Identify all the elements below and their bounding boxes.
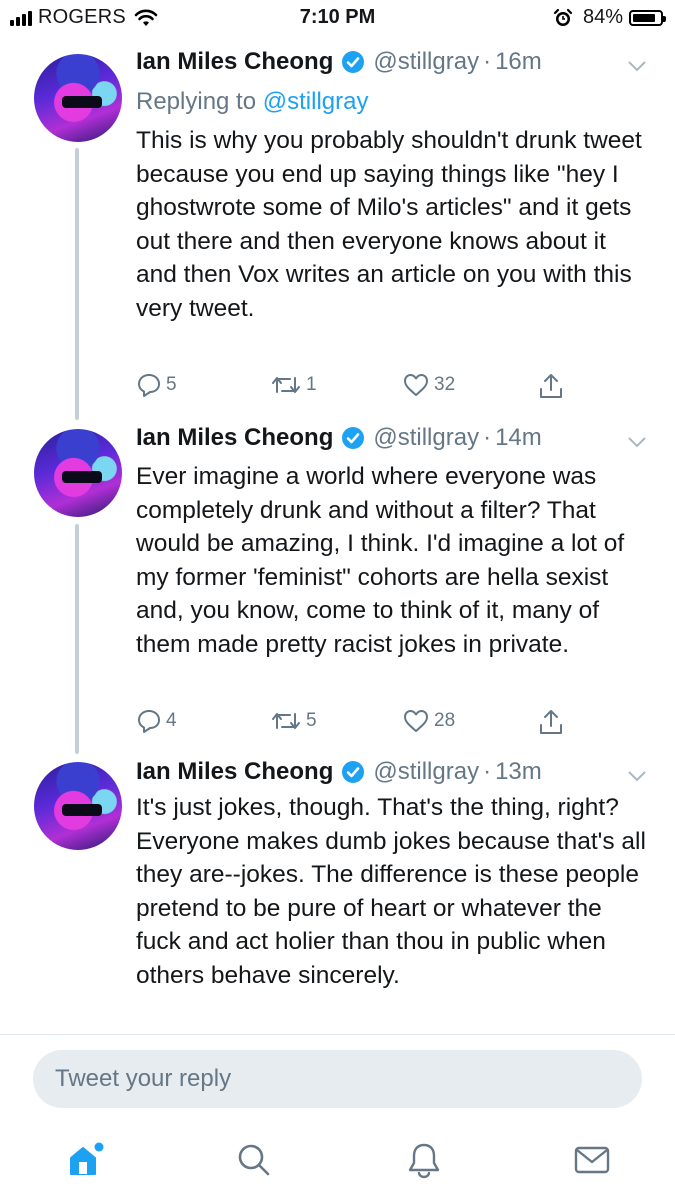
verified-badge-icon [342, 427, 365, 449]
like-count: 32 [434, 374, 456, 395]
reply-count: 4 [166, 710, 177, 731]
separator-dot: · [483, 758, 492, 785]
thread-line [75, 524, 79, 754]
separator-dot: · [483, 424, 492, 451]
reply-button[interactable]: 4 [136, 708, 177, 734]
reply-icon [138, 374, 160, 397]
retweet-count: 1 [306, 374, 317, 395]
tweet-text: This is why you probably shouldn't drunk… [136, 127, 642, 322]
author-handle[interactable]: @stillgray [373, 48, 479, 76]
thread-line [75, 148, 79, 420]
avatar[interactable] [34, 762, 122, 850]
alarm-icon [553, 8, 573, 26]
replying-prefix: Replying to [136, 88, 257, 115]
share-button[interactable] [538, 372, 568, 400]
tweet-actions: 5 1 32 [136, 372, 576, 402]
heart-icon [404, 374, 428, 396]
author-handle[interactable]: @stillgray [373, 424, 479, 452]
messages-icon [574, 1146, 610, 1174]
tweet[interactable]: Ian Miles Cheong @stillgray · 16m Replyi… [0, 36, 675, 420]
tweet-header: Ian Miles Cheong @stillgray · 16m [136, 48, 542, 76]
like-button[interactable]: 28 [402, 708, 455, 734]
retweet-icon [272, 713, 300, 729]
share-icon [540, 374, 562, 398]
like-count: 28 [434, 710, 456, 731]
tweet-header: Ian Miles Cheong @stillgray · 13m [136, 758, 542, 786]
chevron-down-icon[interactable] [627, 770, 647, 782]
retweet-button[interactable]: 5 [270, 708, 317, 734]
author-handle[interactable]: @stillgray [373, 758, 479, 786]
chevron-down-icon[interactable] [627, 60, 647, 72]
battery-percentage: 84% [582, 6, 623, 28]
retweet-button[interactable]: 1 [270, 372, 317, 398]
tweet[interactable]: Ian Miles Cheong @stillgray · 13m It's j… [0, 754, 675, 1034]
tweet-actions: 4 5 28 [136, 708, 576, 738]
status-right: 84% [553, 6, 666, 29]
author-name[interactable]: Ian Miles Cheong [136, 424, 333, 452]
search-icon [238, 1144, 270, 1176]
verified-badge-icon [342, 51, 365, 73]
author-name[interactable]: Ian Miles Cheong [136, 758, 333, 786]
timestamp[interactable]: 13m [495, 758, 542, 786]
heart-icon [404, 710, 428, 732]
reply-count: 5 [166, 374, 177, 395]
replying-to-handle[interactable]: @stillgray [263, 88, 369, 115]
retweet-icon [272, 377, 300, 393]
tab-home[interactable] [63, 1138, 107, 1182]
reply-box[interactable] [33, 1050, 642, 1108]
replying-to: Replying to @stillgray [136, 88, 368, 116]
like-button[interactable]: 32 [402, 372, 455, 398]
avatar[interactable] [34, 54, 122, 142]
reply-button[interactable]: 5 [136, 372, 177, 398]
verified-badge-icon [342, 761, 365, 783]
chevron-down-icon[interactable] [627, 436, 647, 448]
tweet-header: Ian Miles Cheong @stillgray · 14m [136, 424, 542, 452]
tab-bar [0, 1120, 675, 1200]
tweet[interactable]: Ian Miles Cheong @stillgray · 14m Ever i… [0, 420, 675, 754]
share-button[interactable] [538, 708, 568, 736]
timestamp[interactable]: 16m [495, 48, 542, 76]
home-icon [70, 1142, 104, 1175]
tweet-text: Ever imagine a world where everyone was … [136, 463, 625, 658]
divider [0, 1034, 675, 1035]
retweet-count: 5 [306, 710, 317, 731]
timestamp[interactable]: 14m [495, 424, 542, 452]
tab-messages[interactable] [570, 1138, 614, 1182]
separator-dot: · [483, 48, 492, 75]
battery-icon [629, 9, 666, 26]
tab-notifications[interactable] [402, 1138, 446, 1182]
author-name[interactable]: Ian Miles Cheong [136, 48, 333, 76]
notifications-icon [408, 1143, 440, 1179]
tweet-text: It's just jokes, though. That's the thin… [136, 794, 646, 989]
avatar[interactable] [34, 429, 122, 517]
reply-icon [138, 710, 160, 733]
tab-search[interactable] [232, 1138, 276, 1182]
share-icon [540, 710, 562, 734]
tweet-reply-input[interactable] [53, 1064, 617, 1094]
status-bar: ROGERS 7:10 PM 84% [0, 0, 675, 36]
battery-fill [633, 13, 655, 22]
